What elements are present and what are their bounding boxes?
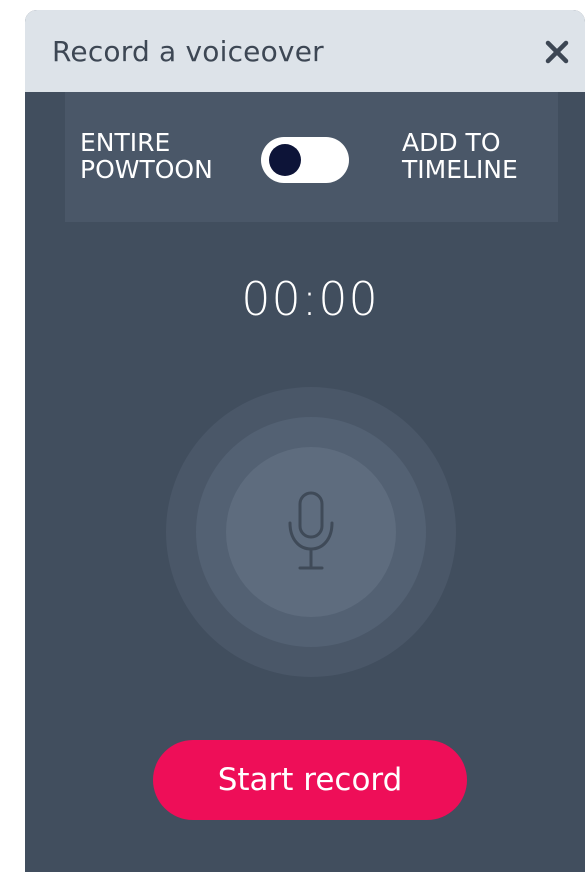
dialog-title: Record a voiceover — [52, 35, 324, 68]
voiceover-dialog: Record a voiceover ENTIRE POWTOON ADD TO… — [25, 10, 585, 872]
toggle-knob — [269, 144, 301, 176]
record-timer: 00:00 — [241, 272, 379, 326]
add-to-timeline-label-line1: ADD TO — [402, 128, 501, 157]
microphone-icon — [288, 491, 334, 570]
start-record-button[interactable]: Start record — [153, 740, 467, 820]
dialog-body: ENTIRE POWTOON ADD TO TIMELINE 00:00 Sta… — [25, 92, 585, 872]
entire-powtoon-label-line2: POWTOON — [80, 155, 213, 184]
mic-ring-middle — [196, 417, 426, 647]
add-to-timeline-label[interactable]: ADD TO TIMELINE — [402, 129, 518, 183]
add-to-timeline-label-line2: TIMELINE — [402, 155, 518, 184]
record-mode-selector: ENTIRE POWTOON ADD TO TIMELINE — [65, 92, 558, 222]
close-icon — [545, 40, 569, 64]
entire-powtoon-label-line1: ENTIRE — [80, 128, 171, 157]
close-button[interactable] — [539, 34, 575, 70]
record-mode-toggle[interactable] — [261, 137, 349, 183]
entire-powtoon-label[interactable]: ENTIRE POWTOON — [80, 129, 213, 183]
mic-button[interactable] — [226, 447, 396, 617]
dialog-header: Record a voiceover — [25, 10, 585, 92]
mic-ring-outer — [166, 387, 456, 677]
